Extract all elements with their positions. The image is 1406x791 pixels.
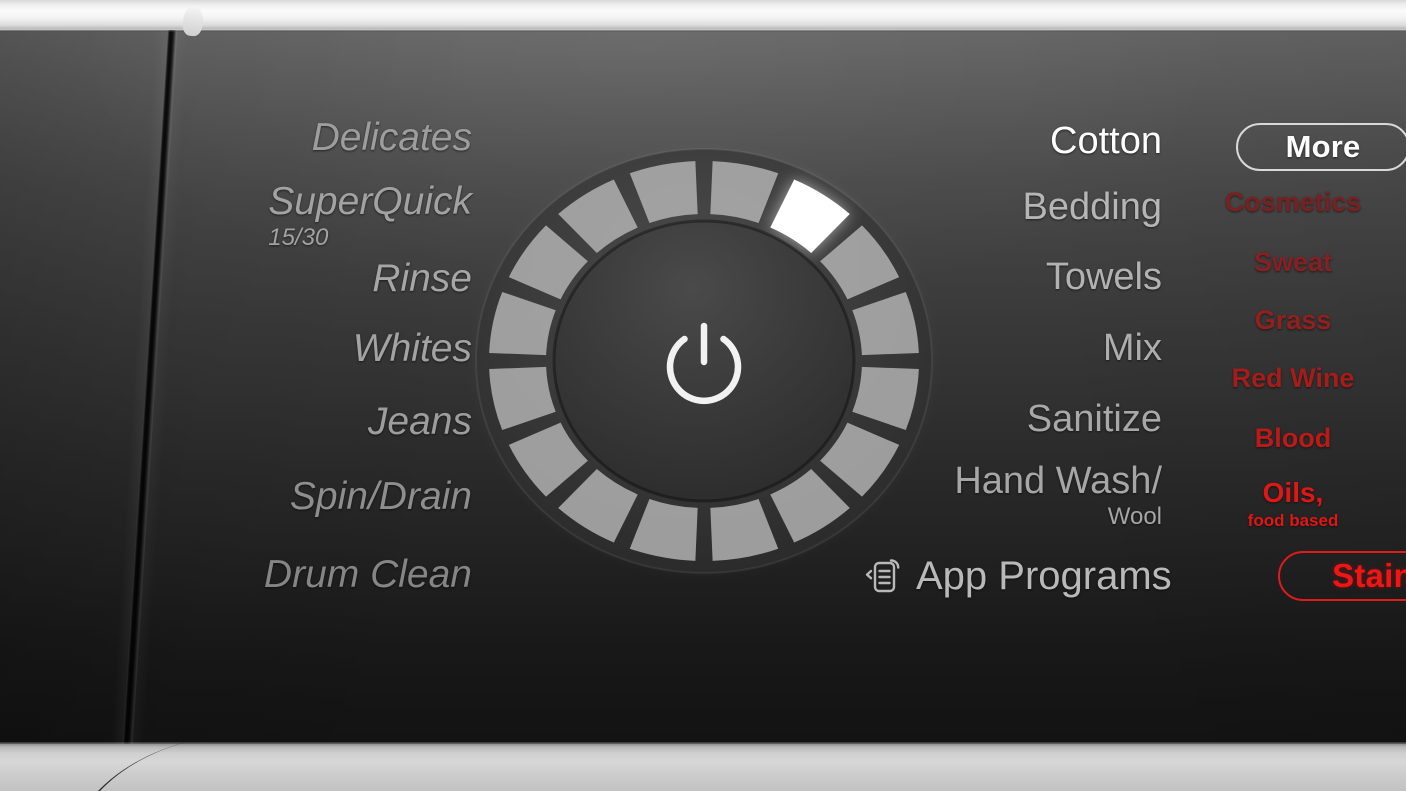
- program-label-text: Jeans: [367, 400, 472, 443]
- program-label-rinse[interactable]: Rinse: [372, 259, 472, 298]
- program-label-sanitize[interactable]: Sanitize: [1027, 400, 1162, 438]
- stain-button[interactable]: Stain: [1278, 551, 1406, 601]
- program-label-text: SuperQuick: [268, 180, 472, 223]
- program-label-spin-drain[interactable]: Spin/Drain: [290, 477, 472, 516]
- program-label-bedding[interactable]: Bedding: [1023, 188, 1162, 226]
- program-label-text: Spin/Drain: [289, 475, 472, 518]
- program-label-text: Cotton: [1050, 120, 1162, 162]
- more-button-label: More: [1285, 129, 1361, 164]
- program-label-grass[interactable]: Grass: [1180, 307, 1406, 334]
- program-label-delicates[interactable]: Delicates: [312, 118, 472, 157]
- program-label-text: Bedding: [1022, 186, 1162, 228]
- program-label-text: Rinse: [372, 257, 472, 300]
- program-label-text: Red Wine: [1231, 363, 1355, 393]
- program-label-text: Delicates: [311, 116, 472, 159]
- program-label-text: Blood: [1254, 423, 1332, 453]
- program-label-jeans[interactable]: Jeans: [368, 402, 472, 441]
- program-label-text: Whites: [352, 327, 472, 370]
- more-button[interactable]: More: [1236, 123, 1406, 171]
- control-panel: Delicates SuperQuick 15/30 Rinse Whites Jeans…: [0, 0, 1406, 791]
- stain-button-label: Stain: [1332, 557, 1406, 594]
- program-label-hand-wash[interactable]: Hand Wash/Wool: [954, 462, 1162, 529]
- program-label-text: Drum Clean: [263, 553, 472, 596]
- program-label-text: Oils,: [1262, 477, 1324, 508]
- program-label-towels[interactable]: Towels: [1046, 258, 1162, 296]
- app-programs-label: App Programs: [916, 553, 1172, 598]
- program-label-blood[interactable]: Blood: [1180, 425, 1406, 452]
- program-label-cosmetics[interactable]: Cosmetics: [1180, 189, 1406, 216]
- program-label-drum-clean[interactable]: Drum Clean: [264, 555, 472, 594]
- program-label-sub: Wool: [1107, 503, 1162, 530]
- program-label-cotton[interactable]: Cotton: [1050, 122, 1162, 160]
- program-label-text: Hand Wash/: [954, 460, 1162, 502]
- program-label-sub: 15/30: [268, 224, 329, 251]
- program-label-text: Grass: [1254, 305, 1332, 335]
- program-selector-dial[interactable]: [466, 140, 942, 582]
- program-label-text: Sweat: [1253, 247, 1333, 277]
- program-label-sweat[interactable]: Sweat: [1180, 249, 1406, 276]
- program-label-oils[interactable]: Oils, food based: [1180, 477, 1406, 530]
- program-label-mix[interactable]: Mix: [1103, 329, 1162, 367]
- program-label-text: Towels: [1045, 256, 1162, 298]
- program-label-sub: food based: [1247, 511, 1339, 530]
- program-label-whites[interactable]: Whites: [353, 329, 472, 368]
- program-label-text: Cosmetics: [1224, 187, 1362, 217]
- dial-svg: [467, 141, 941, 581]
- top-bezel: [0, 0, 1406, 30]
- program-label-text: Sanitize: [1026, 398, 1162, 440]
- program-label-red-wine[interactable]: Red Wine: [1180, 365, 1406, 392]
- program-label-superquick[interactable]: SuperQuick 15/30: [268, 182, 472, 250]
- top-bezel-edge: [0, 29, 1406, 32]
- program-label-text: Mix: [1102, 327, 1162, 369]
